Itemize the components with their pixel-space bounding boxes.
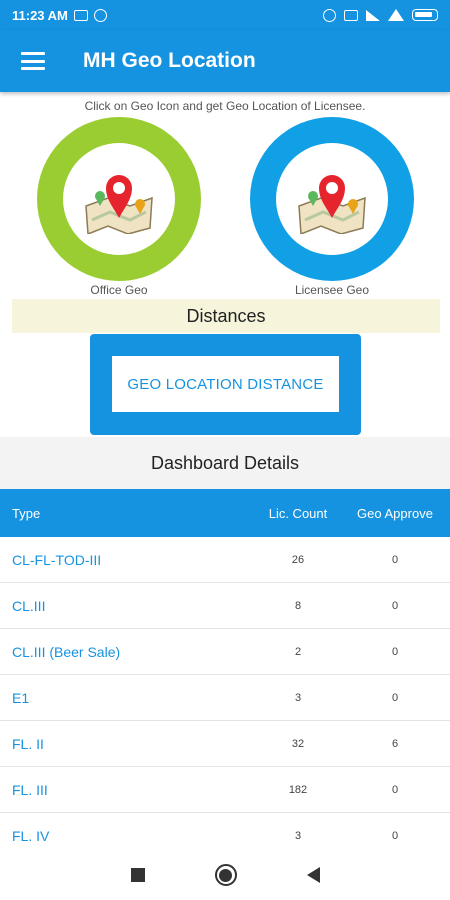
distances-heading: Distances [12,299,440,333]
system-nav-bar [0,850,450,900]
header-lic-count: Lic. Count [268,505,328,521]
table-row[interactable]: CL.III 8 0 [0,583,450,629]
battery-icon [412,9,438,21]
back-icon[interactable] [306,867,320,883]
recents-icon[interactable] [130,868,145,882]
row-geo-approve: 0 [391,783,399,796]
row-geo-approve: 0 [391,829,399,842]
row-type[interactable]: CL.III [12,598,45,614]
licensee-geo-label: Licensee Geo [294,283,370,297]
table-row[interactable]: E1 3 0 [0,675,450,721]
row-geo-approve: 0 [391,691,399,704]
table-row[interactable]: FL. III 182 0 [0,767,450,813]
office-geo-label: Office Geo [90,283,148,297]
row-lic-count: 8 [294,599,302,612]
message-icon [73,9,88,21]
row-geo-approve: 0 [391,553,399,566]
header-geo-approve: Geo Approve [357,505,433,521]
home-icon[interactable] [214,864,237,886]
office-geo-inner [63,143,175,255]
header-type: Type [12,505,41,521]
row-type[interactable]: FL. II [12,736,44,752]
table-body: CL-FL-TOD-III 26 0 CL.III 8 0 CL.III (Be… [0,537,450,850]
instruction-text: Click on Geo Icon and get Geo Location o… [84,99,366,113]
row-geo-approve: 0 [391,645,399,658]
row-type[interactable]: CL-FL-TOD-III [12,552,101,568]
row-lic-count: 182 [288,783,308,796]
row-geo-approve: 0 [391,599,399,612]
app-bar: MH Geo Location [0,30,450,92]
table-header: Type Lic. Count Geo Approve [0,489,450,537]
row-lic-count: 26 [291,553,305,566]
whatsapp-icon [93,8,107,22]
table-row[interactable]: FL. II 32 6 [0,721,450,767]
row-type[interactable]: CL.III (Beer Sale) [12,644,120,660]
map-pin-icon [298,175,366,234]
licensee-geo-button[interactable] [250,117,414,281]
table-row[interactable]: FL. IV 3 0 [0,813,450,850]
table-row[interactable]: CL.III (Beer Sale) 2 0 [0,629,450,675]
row-type[interactable]: E1 [12,690,29,706]
row-type[interactable]: FL. IV [12,828,49,844]
row-lic-count: 2 [294,645,302,658]
licensee-geo-inner [276,143,388,255]
app-title: MH Geo Location [83,49,256,72]
row-type[interactable]: FL. III [12,782,48,798]
menu-icon[interactable] [21,52,45,70]
dashboard-title: Dashboard Details [0,437,450,489]
row-lic-count: 3 [294,691,302,704]
distance-panel: GEO LOCATION DISTANCE [90,334,361,435]
sim-icon [344,9,358,21]
wifi-icon [388,9,404,21]
table-row[interactable]: CL-FL-TOD-III 26 0 [0,537,450,583]
geo-location-distance-button[interactable]: GEO LOCATION DISTANCE [112,356,339,412]
status-bar: 11:23 AM [0,0,450,30]
alarm-icon [323,8,336,22]
status-time: 11:23 AM [12,7,68,23]
row-lic-count: 32 [291,737,305,750]
office-geo-button[interactable] [37,117,201,281]
row-lic-count: 3 [294,829,302,842]
row-geo-approve: 6 [391,737,399,750]
map-pin-icon [85,175,153,234]
signal-icon [366,9,380,21]
